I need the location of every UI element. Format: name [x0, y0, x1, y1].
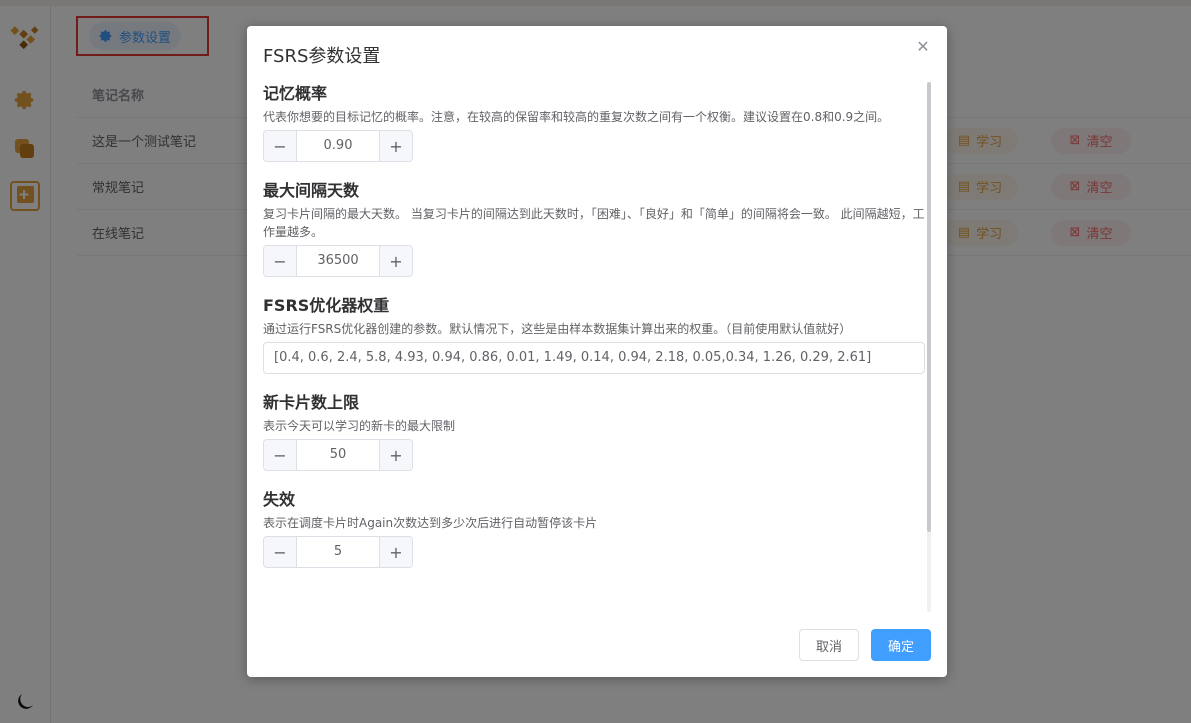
minus-button[interactable]: − — [264, 440, 297, 470]
plus-button[interactable]: + — [379, 537, 412, 567]
minus-button[interactable]: − — [264, 131, 297, 161]
weights-desc: 通过运行FSRS优化器创建的参数。默认情况下，这些是由样本数据集计算出来的权重。… — [263, 322, 852, 336]
dialog-body: 记忆概率 代表你想要的目标记忆的概率。注意，在较高的保留率和较高的重复次数之间有… — [263, 82, 927, 568]
plus-button[interactable]: + — [379, 440, 412, 470]
weights-input[interactable]: [0.4, 0.6, 2.4, 5.8, 4.93, 0.94, 0.86, 0… — [263, 342, 925, 374]
plus-button[interactable]: + — [379, 246, 412, 276]
max-interval-title: 最大间隔天数 — [263, 181, 360, 200]
dialog-scrollbar[interactable] — [927, 82, 931, 612]
fsrs-settings-dialog: FSRS参数设置 ✕ 记忆概率 代表你想要的目标记忆的概率。注意，在较高的保留率… — [247, 26, 947, 677]
plus-button[interactable]: + — [379, 131, 412, 161]
new-cards-title: 新卡片数上限 — [263, 393, 360, 412]
lapses-value[interactable]: 5 — [297, 537, 379, 567]
new-cards-desc: 表示今天可以学习的新卡的最大限制 — [263, 419, 456, 433]
new-cards-stepper: − 50 + — [263, 439, 413, 471]
max-interval-value[interactable]: 36500 — [297, 246, 379, 276]
lapses-desc: 表示在调度卡片时Again次数达到多少次后进行自动暂停该卡片 — [263, 516, 598, 530]
new-cards-value[interactable]: 50 — [297, 440, 379, 470]
minus-button[interactable]: − — [264, 537, 297, 567]
cancel-button[interactable]: 取消 — [799, 629, 859, 661]
lapses-title: 失效 — [263, 490, 296, 509]
dialog-title: FSRS参数设置 — [263, 46, 381, 67]
close-icon[interactable]: ✕ — [915, 37, 931, 56]
retention-desc: 代表你想要的目标记忆的概率。注意，在较高的保留率和较高的重复次数之间有一个权衡。… — [263, 110, 890, 124]
confirm-button[interactable]: 确定 — [871, 629, 931, 661]
minus-button[interactable]: − — [264, 246, 297, 276]
max-interval-desc: 复习卡片间隔的最大天数。 当复习卡片的间隔达到此天数时，「困难」、「良好」和「简… — [263, 207, 925, 239]
retention-title: 记忆概率 — [263, 84, 328, 103]
scrollbar-thumb[interactable] — [927, 82, 931, 532]
retention-stepper: − 0.90 + — [263, 130, 413, 162]
weights-title: FSRS优化器权重 — [263, 296, 390, 315]
lapses-stepper: − 5 + — [263, 536, 413, 568]
max-interval-stepper: − 36500 + — [263, 245, 413, 277]
retention-value[interactable]: 0.90 — [297, 131, 379, 161]
